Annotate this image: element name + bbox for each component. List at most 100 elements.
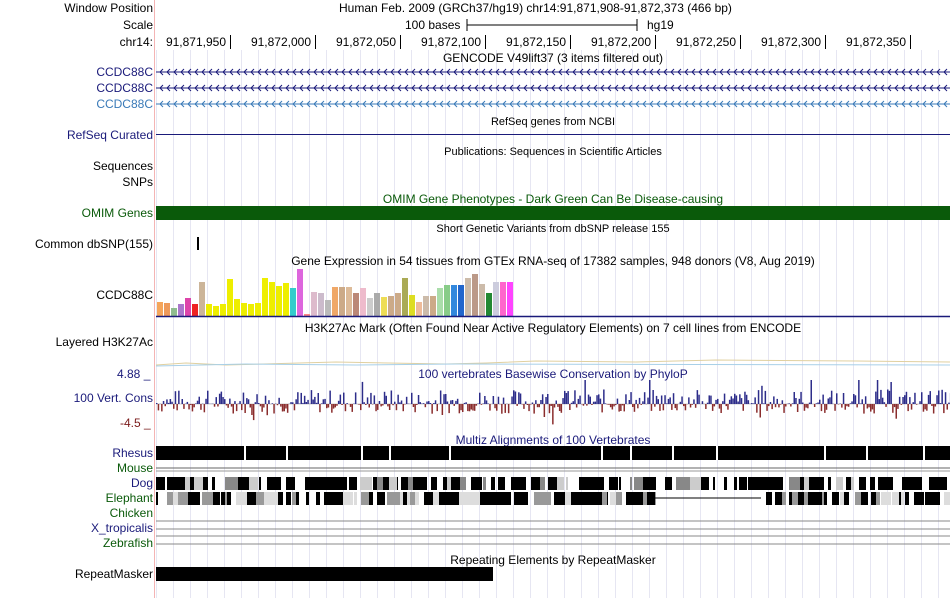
gtex-tissue-bar [493,282,499,316]
multiz-alignment-tracks[interactable] [156,446,950,552]
conservation-max-label: 4.88 _ [117,367,151,381]
gtex-tissue-bar [402,278,408,316]
omim-label[interactable]: OMIM Genes [82,206,153,220]
repeatmasker-element[interactable] [156,567,493,581]
ruler-tick-mark [910,35,911,49]
gtex-tissue-bar [388,296,394,316]
ruler-tick-label: 91,872,100 [420,35,481,49]
conservation-min-label: -4.5 _ [120,416,151,430]
gtex-tissue-bar [472,274,478,316]
gtex-tissue-bar [241,303,247,316]
gencode-title: GENCODE V49lift37 (3 items filtered out) [442,51,664,65]
ruler-tick-label: 91,872,150 [505,35,566,49]
gtex-tissue-bar [381,297,387,316]
gtex-tissue-bar [430,296,436,316]
gtex-tissue-bar [304,314,310,316]
gtex-tissue-bar [199,282,205,316]
repeatmasker-label[interactable]: RepeatMasker [75,567,153,581]
gtex-tissue-bar [262,278,268,316]
multiz-species-rhesus[interactable]: Rhesus [112,446,153,460]
gtex-tissue-bar [458,285,464,316]
ruler-tick-mark [825,35,826,49]
multiz-species-x-tropicalis[interactable]: X_tropicalis [91,521,153,535]
gencode-item-1-label[interactable]: CCDC88C [96,65,153,79]
repeatmasker-title: Repeating Elements by RepeatMasker [450,553,656,567]
h3k27ac-title: H3K27Ac Mark (Often Found Near Active Re… [304,321,802,335]
ruler-tick-label: 91,872,300 [760,35,821,49]
publications-snps-label[interactable]: SNPs [122,175,153,189]
gtex-tissue-bar [269,282,275,316]
gtex-tissue-bar [318,293,324,316]
h3k27ac-label[interactable]: Layered H3K27Ac [56,335,153,349]
gtex-tissue-bar [311,292,317,316]
scale-bar-text: 100 bases [405,18,461,32]
gencode-gene-models[interactable] [156,64,950,112]
multiz-species-mouse[interactable]: Mouse [117,461,153,475]
gtex-gene-label[interactable]: CCDC88C [96,288,153,302]
multiz-title: Multiz Alignments of 100 Vertebrates [455,433,651,447]
conservation-plot[interactable] [156,378,950,430]
gtex-tissue-bar [213,306,219,316]
ruler-tick-label: 91,872,200 [590,35,651,49]
publications-title: Publications: Sequences in Scientific Ar… [444,146,662,158]
multiz-species-dog[interactable]: Dog [131,476,153,490]
ruler-tick-mark [655,35,656,49]
window-position-value[interactable]: Human Feb. 2009 (GRCh37/hg19) chr14:91,8… [339,1,732,15]
gtex-tissue-bar [507,282,513,316]
multiz-species-elephant[interactable]: Elephant [106,491,153,505]
dbsnp-variant-mark[interactable] [197,237,199,250]
gtex-tissue-bar [346,287,352,316]
gtex-tissue-bar [353,293,359,316]
gtex-tissue-bar [500,282,506,316]
ruler-tick-label: 91,871,950 [165,35,226,49]
gencode-item-2-label[interactable]: CCDC88C [96,81,153,95]
publications-sequences-label[interactable]: Sequences [93,159,153,173]
gencode-item-3-label[interactable]: CCDC88C [96,97,153,111]
h3k27ac-signal[interactable] [156,355,950,367]
window-position-label: Window Position [64,1,153,15]
gtex-tissue-bar [437,288,443,316]
ruler-tick-mark [315,35,316,49]
gtex-tissue-bar [192,304,198,316]
scale-label: Scale [122,18,153,32]
gtex-tissue-bar [416,302,422,316]
gtex-tissue-bar [332,287,338,316]
gtex-title: Gene Expression in 54 tissues from GTEx … [291,254,815,268]
refseq-title: RefSeq genes from NCBI [490,116,616,128]
gtex-tissue-bar [234,299,240,316]
conservation-label[interactable]: 100 Vert. Cons [74,391,153,405]
dbsnp-label[interactable]: Common dbSNP(155) [35,237,153,251]
multiz-species-zebrafish[interactable]: Zebrafish [103,536,153,550]
refseq-label[interactable]: RefSeq Curated [67,128,153,142]
gtex-tissue-bar [465,278,471,316]
gtex-tissue-bar [290,288,296,316]
gtex-tissue-bar [157,302,163,316]
gtex-tissue-bar [374,293,380,316]
gtex-tissue-bar [360,288,366,316]
gtex-tissue-bar [339,287,345,316]
gtex-tissue-bar [423,296,429,316]
ruler-tick-mark [230,35,231,49]
ruler-tick-mark [485,35,486,49]
gtex-tissue-bar [220,304,226,316]
refseq-gene-line[interactable] [156,134,950,135]
gtex-tissue-bar [185,298,191,316]
gtex-tissue-bar [171,308,177,316]
track-separator-line [154,0,155,598]
gtex-tissue-bar [276,286,282,316]
multiz-species-chicken[interactable]: Chicken [110,506,153,520]
omim-gene-block[interactable] [156,206,950,220]
gtex-tissue-bar [486,293,492,316]
gtex-tissue-bar [409,295,415,316]
gtex-bar-chart[interactable] [156,268,950,320]
gtex-tissue-bar [248,304,254,316]
gtex-tissue-bar [479,284,485,316]
gtex-tissue-bar [227,279,233,316]
gtex-tissue-bar [451,285,457,316]
ruler-tick-mark [400,35,401,49]
ruler-tick-mark [570,35,571,49]
gtex-tissue-bar [164,303,170,316]
gtex-tissue-bar [444,285,450,316]
ruler-tick-label: 91,872,000 [250,35,311,49]
ruler-tick-mark [740,35,741,49]
